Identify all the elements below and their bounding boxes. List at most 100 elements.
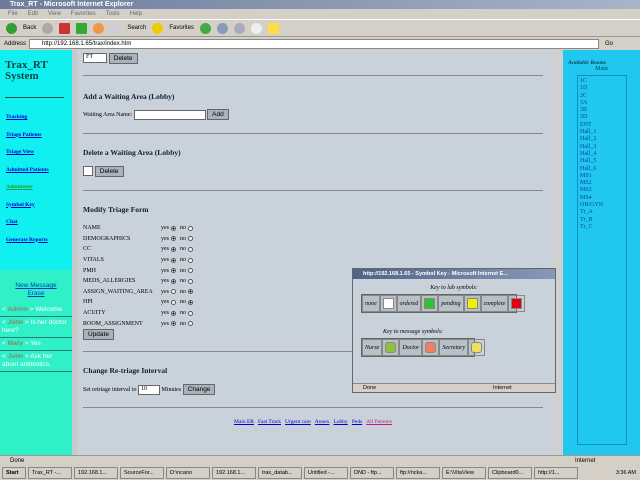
- favorites-button[interactable]: Favorites: [169, 25, 194, 31]
- yes-radio[interactable]: [171, 225, 176, 231]
- link-lobby[interactable]: Lobby: [333, 419, 347, 425]
- no-radio[interactable]: [188, 236, 193, 242]
- go-button[interactable]: Go: [605, 41, 613, 47]
- no-radio[interactable]: [188, 257, 193, 263]
- start-button[interactable]: Start: [2, 467, 26, 479]
- room-option[interactable]: MS3: [580, 187, 624, 194]
- taskbar-item[interactable]: Clipboard0...: [488, 467, 532, 479]
- waiting-area-input[interactable]: [133, 109, 206, 120]
- retriage-input[interactable]: 10: [137, 384, 160, 395]
- nav-generate-reports[interactable]: Generate Reports: [6, 237, 72, 243]
- menu-favorites[interactable]: Favorites: [71, 11, 96, 17]
- delete-button[interactable]: Delete: [108, 53, 138, 64]
- forward-icon[interactable]: [42, 22, 54, 34]
- search-button[interactable]: Search: [127, 25, 146, 31]
- messenger-icon[interactable]: [268, 22, 280, 34]
- menu-help[interactable]: Help: [130, 11, 142, 17]
- stop-icon[interactable]: [59, 22, 71, 34]
- link-annex[interactable]: Annex: [315, 419, 330, 425]
- link-all-patients[interactable]: All Patients: [366, 419, 392, 425]
- history-icon[interactable]: [200, 22, 212, 34]
- taskbar-item[interactable]: E:\VitaView: [442, 467, 486, 479]
- room-option[interactable]: Hall_1: [580, 129, 624, 136]
- edit-icon[interactable]: [251, 22, 263, 34]
- delete-lobby-button[interactable]: Delete: [94, 166, 124, 177]
- erase-link[interactable]: Erase: [0, 290, 72, 298]
- link-peds[interactable]: Peds: [352, 419, 362, 425]
- taskbar-item[interactable]: http://1...: [534, 467, 578, 479]
- room-option[interactable]: 3D: [580, 114, 624, 121]
- back-icon[interactable]: [6, 22, 17, 34]
- room-option[interactable]: MS2: [580, 180, 624, 187]
- lobby-select[interactable]: FT: [83, 53, 107, 64]
- room-option[interactable]: 2C: [580, 93, 624, 100]
- taskbar-item[interactable]: SourceFor...: [120, 467, 164, 479]
- no-radio[interactable]: [188, 321, 193, 327]
- nav-chat[interactable]: Chat: [6, 219, 72, 225]
- yes-radio[interactable]: [171, 257, 176, 263]
- no-radio[interactable]: [188, 246, 193, 252]
- rooms-list[interactable]: 1C 1D 2C 3A 3B 3D ENT Hall_1 Hall_2 Hall_3 Hall_4 H…: [577, 75, 627, 445]
- change-button[interactable]: Change: [182, 383, 216, 395]
- room-option[interactable]: MS1: [580, 173, 624, 180]
- no-radio[interactable]: [188, 289, 193, 295]
- address-input[interactable]: http://192.168.1.65/trax/index.htm: [29, 38, 600, 49]
- room-option[interactable]: Tr_A: [580, 209, 624, 216]
- yes-radio[interactable]: [171, 310, 176, 316]
- room-option[interactable]: ENT: [580, 122, 624, 129]
- menu-edit[interactable]: Edit: [28, 11, 38, 17]
- yes-radio[interactable]: [171, 236, 176, 242]
- new-message-link[interactable]: New Message: [0, 282, 72, 290]
- yes-radio[interactable]: [171, 299, 176, 305]
- favorites-icon[interactable]: [152, 22, 164, 34]
- yes-radio[interactable]: [171, 268, 176, 274]
- room-option[interactable]: Hall_4: [580, 151, 624, 158]
- refresh-icon[interactable]: [76, 22, 88, 34]
- taskbar-item[interactable]: Untitled -...: [304, 467, 348, 479]
- taskbar-item[interactable]: ftp://ncka...: [396, 467, 440, 479]
- nav-triage-view[interactable]: Triage View: [6, 149, 72, 155]
- room-option[interactable]: Tr_B: [580, 217, 624, 224]
- menu-view[interactable]: View: [48, 11, 61, 17]
- room-option[interactable]: 3A: [580, 100, 624, 107]
- nav-admitted-patients[interactable]: Admitted Patients: [6, 167, 72, 173]
- yes-radio[interactable]: [171, 246, 176, 252]
- menu-tools[interactable]: Tools: [106, 11, 120, 17]
- taskbar-item[interactable]: 192.168.1...: [212, 467, 256, 479]
- update-button[interactable]: Update: [83, 328, 114, 340]
- link-fast-track[interactable]: Fast Track: [258, 419, 281, 425]
- no-radio[interactable]: [188, 278, 193, 284]
- room-option[interactable]: OB/GYN: [580, 202, 624, 209]
- taskbar-item[interactable]: Trax_RT -...: [28, 467, 72, 479]
- add-button[interactable]: Add: [207, 109, 229, 120]
- taskbar-item[interactable]: 192.168.1...: [74, 467, 118, 479]
- nav-administer[interactable]: Administer: [6, 184, 72, 190]
- link-main-er[interactable]: Main ER: [234, 419, 254, 425]
- link-urgent-care[interactable]: Urgent care: [285, 419, 311, 425]
- yes-radio[interactable]: [171, 321, 176, 327]
- print-icon[interactable]: [234, 22, 246, 34]
- room-option[interactable]: Hall_5: [580, 158, 624, 165]
- yes-radio[interactable]: [171, 289, 176, 295]
- room-option[interactable]: Hall_6: [580, 166, 624, 173]
- yes-radio[interactable]: [171, 278, 176, 284]
- delete-lobby-select[interactable]: [83, 166, 93, 177]
- no-radio[interactable]: [188, 299, 193, 305]
- mail-icon[interactable]: [217, 22, 229, 34]
- room-option[interactable]: 1D: [580, 85, 624, 92]
- taskbar-item[interactable]: DND - ftp...: [350, 467, 394, 479]
- home-icon[interactable]: [93, 22, 105, 34]
- menu-file[interactable]: File: [8, 11, 18, 17]
- room-option[interactable]: Hall_2: [580, 136, 624, 143]
- room-option[interactable]: 1C: [580, 78, 624, 85]
- room-option[interactable]: Tr_C: [580, 224, 624, 231]
- taskbar-item[interactable]: D:\ncano: [166, 467, 210, 479]
- room-option[interactable]: Hall_3: [580, 144, 624, 151]
- nav-triage-patients[interactable]: Triage Patients: [6, 132, 72, 138]
- nav-tracking[interactable]: Tracking: [6, 114, 72, 120]
- room-option[interactable]: 3B: [580, 107, 624, 114]
- nav-symbol-key[interactable]: Symbol Key: [6, 202, 72, 208]
- no-radio[interactable]: [188, 225, 193, 231]
- taskbar-item[interactable]: trax_datab...: [258, 467, 302, 479]
- room-option[interactable]: MS4: [580, 195, 624, 202]
